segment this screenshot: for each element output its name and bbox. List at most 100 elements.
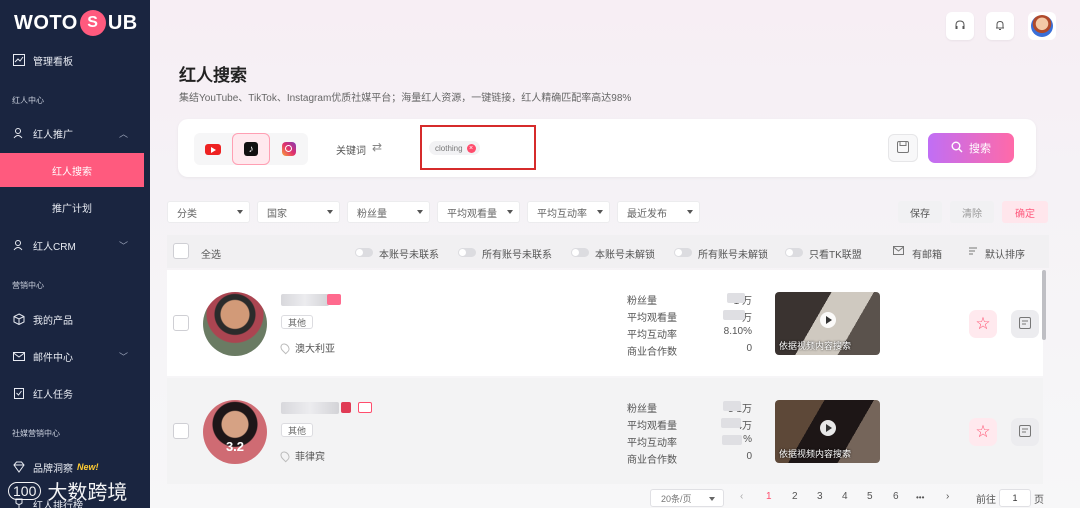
filter-followers[interactable]: 粉丝量 <box>347 201 430 223</box>
filter-recent-post[interactable]: 最近发布 <box>617 201 700 223</box>
sidebar: WOTO S UB 管理看板 红人中心 红人推广 ︿ 红人搜索 推广计划 红人C… <box>0 0 150 508</box>
influencer-avatar[interactable] <box>203 292 267 356</box>
toggle-uncontacted-all[interactable] <box>458 248 476 257</box>
diamond-icon <box>12 460 26 474</box>
row-checkbox[interactable] <box>173 423 189 439</box>
note-button[interactable] <box>1011 418 1039 446</box>
headset-button[interactable] <box>946 12 974 40</box>
avatar-image <box>1031 15 1053 37</box>
sidebar-item-label: 管理看板 <box>33 56 73 68</box>
caret-down-icon <box>507 210 513 214</box>
favorite-button[interactable]: ☆ <box>969 418 997 446</box>
influencer-score: 3.2 <box>225 439 245 454</box>
toggle-tk-alliance[interactable] <box>785 248 803 257</box>
clear-filter-button[interactable]: 清除 <box>950 201 994 223</box>
filter-avg-views[interactable]: 平均观看量 <box>437 201 520 223</box>
influencer-avatar[interactable]: 3.2 <box>203 400 267 464</box>
favorite-button[interactable]: ☆ <box>969 310 997 338</box>
toggle-unlocked-this[interactable] <box>571 248 589 257</box>
confirm-filter-button[interactable]: 确定 <box>1002 201 1048 223</box>
search-card: ♪ 关键词 ⇄ clothing × 搜索 <box>178 119 1036 177</box>
sidebar-item-my-products[interactable]: 我的产品 <box>0 302 150 336</box>
page-size-select[interactable]: 20条/页 <box>650 489 724 507</box>
stat-label: 平均互动率 <box>627 438 677 449</box>
select-all-checkbox[interactable] <box>173 243 189 259</box>
section-social-marketing: 社媒营销中心 <box>12 429 60 438</box>
platform-instagram[interactable] <box>270 133 308 165</box>
video-thumbnail[interactable]: 依据视频内容搜索 <box>775 292 880 355</box>
page-4[interactable]: 4 <box>842 491 848 502</box>
sidebar-item-influencer-search[interactable]: 红人搜索 <box>0 153 144 187</box>
save-search-button[interactable] <box>888 134 918 162</box>
filter-category[interactable]: 分类 <box>167 201 250 223</box>
filter-country[interactable]: 国家 <box>257 201 340 223</box>
toggle-uncontacted-this[interactable] <box>355 248 373 257</box>
page-2[interactable]: 2 <box>792 491 798 502</box>
caret-down-icon <box>237 210 243 214</box>
location-pin-icon <box>278 449 292 462</box>
table-row[interactable]: 3.2 其他 菲律宾 粉丝量 平均观看量 平均互动率 商业合作数 5 1万 4万… <box>167 378 1043 484</box>
page-5[interactable]: 5 <box>867 491 873 502</box>
sidebar-item-label: 品牌洞察 <box>33 463 73 475</box>
caret-down-icon <box>417 210 423 214</box>
blur-mask <box>723 310 745 320</box>
save-filter-button[interactable]: 保存 <box>898 201 942 223</box>
app-logo[interactable]: WOTO S UB <box>14 8 138 38</box>
has-email-filter[interactable]: 有邮箱 <box>912 246 942 261</box>
page-3[interactable]: 3 <box>817 491 823 502</box>
platform-tiktok[interactable]: ♪ <box>232 133 270 165</box>
note-button[interactable] <box>1011 310 1039 338</box>
row-checkbox[interactable] <box>173 315 189 331</box>
sidebar-item-mail-center[interactable]: 邮件中心 ﹀ <box>0 339 150 373</box>
blur-mask <box>723 401 741 411</box>
default-sort[interactable]: 默认排序 <box>985 246 1025 261</box>
next-page-button[interactable]: › <box>946 491 949 502</box>
headset-icon <box>954 19 966 34</box>
sidebar-item-influencer-crm[interactable]: 红人CRM ﹀ <box>0 228 150 262</box>
sidebar-item-dashboard[interactable]: 管理看板 <box>0 43 150 77</box>
star-icon: ☆ <box>975 422 991 441</box>
sidebar-item-promo-plan[interactable]: 推广计划 <box>0 190 144 224</box>
caret-down-icon <box>687 210 693 214</box>
goto-page-input[interactable]: 1 <box>999 489 1031 507</box>
chevron-down-icon: ﹀ <box>118 240 128 251</box>
sidebar-item-influencer-promo[interactable]: 红人推广 ︿ <box>0 116 150 150</box>
instagram-icon <box>282 142 296 156</box>
swap-icon[interactable]: ⇄ <box>372 140 382 154</box>
more-pages[interactable]: ••• <box>916 493 924 502</box>
table-row[interactable]: 其他 澳大利亚 粉丝量 平均观看量 平均互动率 商业合作数 1 万 万 8.10… <box>167 270 1043 376</box>
chart-line-icon <box>12 53 26 67</box>
stat-followers: 5 1万 <box>728 404 752 415</box>
stat-label: 粉丝量 <box>627 296 657 307</box>
influencer-name-blurred[interactable] <box>281 294 329 306</box>
page-6[interactable]: 6 <box>893 491 899 502</box>
remove-tag-icon[interactable]: × <box>466 143 476 153</box>
user-avatar[interactable] <box>1028 12 1056 40</box>
video-thumbnail[interactable]: 依据视频内容搜索 <box>775 400 880 463</box>
sidebar-item-label: 红人推广 <box>33 129 73 141</box>
keyword-input[interactable]: clothing × <box>420 125 536 170</box>
toggle-label: 只看TK联盟 <box>809 250 862 261</box>
notification-button[interactable] <box>986 12 1014 40</box>
select-all-label: 全选 <box>201 250 221 261</box>
note-add-icon <box>1018 316 1032 333</box>
youtube-icon <box>205 143 221 155</box>
search-button[interactable]: 搜索 <box>928 133 1014 163</box>
page-1[interactable]: 1 <box>766 491 772 502</box>
chevron-up-icon: ︿ <box>118 128 128 139</box>
logo-text-right: UB <box>107 11 138 34</box>
influencer-name-blurred[interactable] <box>281 402 339 414</box>
toggle-label: 本账号未解锁 <box>595 250 655 261</box>
toggle-unlocked-all[interactable] <box>674 248 692 257</box>
sidebar-item-influencer-tasks[interactable]: 红人任务 <box>0 376 150 410</box>
user-search-icon <box>12 126 26 140</box>
prev-page-button[interactable]: ‹ <box>740 491 743 502</box>
play-icon <box>820 420 836 436</box>
platform-youtube[interactable] <box>194 133 232 165</box>
scrollbar[interactable] <box>1042 270 1046 340</box>
toggle-label: 本账号未联系 <box>379 250 439 261</box>
stat-label: 商业合作数 <box>627 455 677 466</box>
goto-label: 前往 <box>976 495 996 506</box>
page-title: 红人搜索 <box>179 66 247 85</box>
filter-avg-engagement[interactable]: 平均互动率 <box>527 201 610 223</box>
